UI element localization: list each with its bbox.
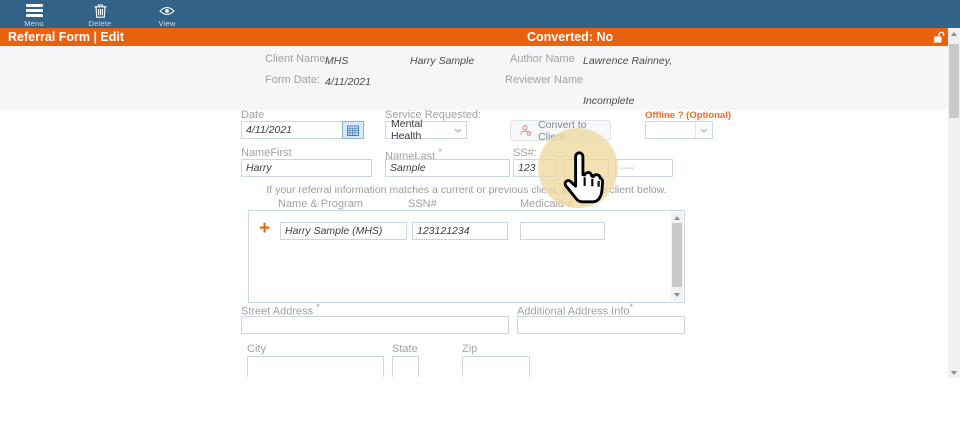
chevron-down-icon <box>695 122 712 138</box>
view-button[interactable]: View <box>145 3 189 28</box>
offline-label: Offline ? (Optional) <box>645 110 731 121</box>
calendar-button[interactable] <box>342 121 364 139</box>
grid-name-program-input[interactable] <box>280 222 407 240</box>
state-input[interactable] <box>392 356 419 377</box>
name-last-input[interactable] <box>385 159 510 177</box>
additional-address-input[interactable] <box>517 316 685 334</box>
grid-header-ssn: SSN# <box>408 198 437 210</box>
grid-ssn-input[interactable] <box>412 222 508 240</box>
grid-scrollbar-thumb[interactable] <box>672 223 682 287</box>
state-label: State <box>392 343 418 355</box>
client-name-label: Client Name: <box>265 53 329 65</box>
scroll-down-icon[interactable] <box>674 293 680 297</box>
reviewer-name-label: Reviewer Name <box>505 74 583 86</box>
view-label: View <box>145 19 189 28</box>
city-label: City <box>247 343 266 355</box>
form-date-value: 4/11/2021 <box>325 76 371 88</box>
name-first-label: NameFirst <box>241 147 292 159</box>
zip-label: Zip <box>462 343 477 355</box>
grid-header-name-program: Name & Program <box>278 198 363 210</box>
client-name-value: Harry Sample <box>410 55 474 67</box>
converted-status: Converted: No <box>527 30 613 44</box>
page-scrollbar[interactable] <box>948 28 960 378</box>
offline-select[interactable] <box>645 121 713 139</box>
service-requested-select[interactable]: Mental Health <box>385 121 467 139</box>
service-requested-value: Mental Health <box>391 118 450 142</box>
menu-label: Menu <box>12 19 56 28</box>
top-toolbar: Menu Delete View <box>0 0 960 28</box>
delete-button[interactable]: Delete <box>78 3 122 28</box>
scroll-down-icon[interactable] <box>951 371 957 375</box>
page-title: Referral Form | Edit <box>8 30 124 44</box>
convert-person-icon <box>520 123 532 138</box>
hand-cursor-icon <box>558 150 604 204</box>
date-input[interactable] <box>241 121 343 139</box>
delete-label: Delete <box>78 19 122 28</box>
city-input[interactable] <box>247 356 384 377</box>
client-match-grid: + <box>248 210 685 303</box>
menu-button[interactable]: Menu <box>12 3 56 28</box>
required-asterisk: * <box>316 302 320 312</box>
required-asterisk: * <box>630 302 634 312</box>
date-label: Date <box>241 109 264 121</box>
match-instruction-text: If your referral information matches a c… <box>248 184 685 196</box>
street-address-input[interactable] <box>241 316 509 334</box>
scroll-up-icon[interactable] <box>951 32 957 36</box>
required-asterisk: * <box>438 147 442 157</box>
client-program-value: MHS <box>325 55 348 67</box>
ssn-label: SS#: <box>513 147 537 159</box>
form-header-band: Client Name: MHS Harry Sample Author Nam… <box>0 46 948 110</box>
form-title-bar: Referral Form | Edit Converted: No <box>0 28 948 46</box>
grid-scrollbar[interactable] <box>671 212 683 301</box>
trash-icon <box>78 3 122 18</box>
unlock-icon[interactable] <box>933 31 945 46</box>
page-scrollbar-thumb[interactable] <box>949 44 959 118</box>
author-name-label: Author Name <box>510 53 575 65</box>
eye-icon <box>145 3 189 18</box>
chevron-down-icon <box>450 122 466 138</box>
form-status-value: Incomplete <box>583 95 634 107</box>
zip-input[interactable] <box>462 356 530 377</box>
ssn-part3-input[interactable] <box>615 159 673 177</box>
menu-icon <box>26 4 43 17</box>
add-row-plus-icon[interactable]: + <box>259 219 270 238</box>
form-date-label: Form Date: <box>265 74 320 86</box>
grid-medicaid-input[interactable] <box>520 222 605 240</box>
name-first-input[interactable] <box>241 159 372 177</box>
scroll-up-icon[interactable] <box>674 216 680 220</box>
calendar-icon <box>347 125 359 136</box>
author-name-value: Lawrence Rainney, <box>583 55 672 67</box>
